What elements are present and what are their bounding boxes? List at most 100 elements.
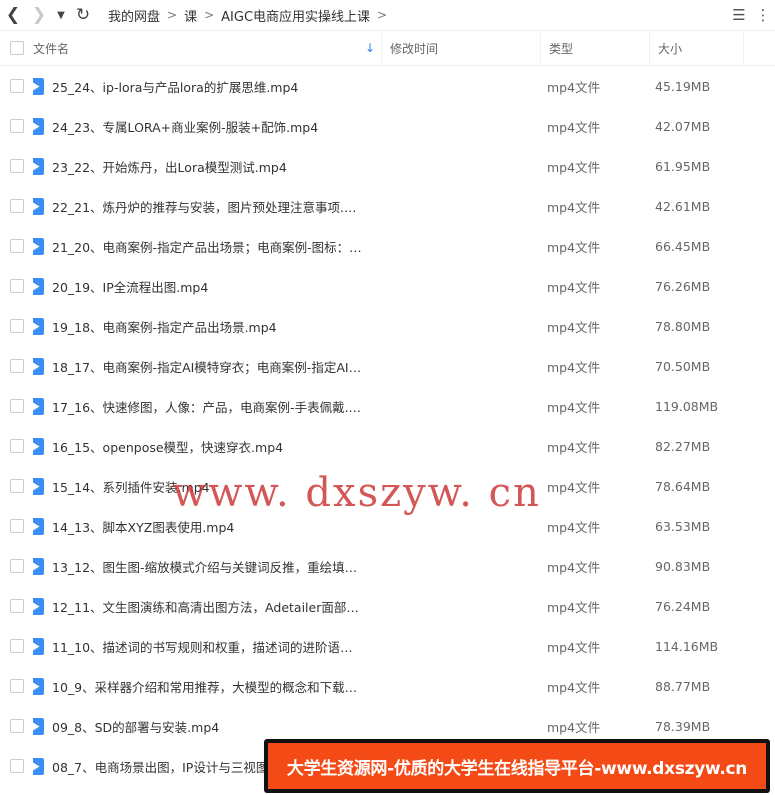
- file-name[interactable]: 23_22、开始炼丹，出Lora模型测试.mp4: [52, 157, 287, 176]
- video-file-icon: [33, 757, 44, 775]
- file-name[interactable]: 25_24、ip-lora与产品lora的扩展思维.mp4: [52, 77, 298, 96]
- forward-icon[interactable]: ❯: [26, 0, 52, 30]
- sort-down-icon[interactable]: ↓: [365, 41, 375, 55]
- file-size: 45.19MB: [655, 78, 711, 94]
- row-checkbox[interactable]: [9, 519, 24, 533]
- file-name[interactable]: 12_11、文生图演练和高清出图方法，Adetailer面部修复...: [52, 597, 362, 616]
- row-checkbox[interactable]: [9, 719, 24, 733]
- row-checkbox[interactable]: [9, 759, 24, 773]
- column-header-time[interactable]: 修改时间: [381, 31, 540, 65]
- file-name-cell: 12_11、文生图演练和高清出图方法，Adetailer面部修复...: [33, 597, 381, 616]
- file-row[interactable]: 21_20、电商案例-指定产品出场景；电商案例-图标：字... mp4文件 66.4…: [0, 226, 775, 266]
- file-row[interactable]: 25_24、ip-lora与产品lora的扩展思维.mp4 mp4文件 45.19M…: [0, 66, 775, 106]
- file-row[interactable]: 16_15、openpose模型，快速穿衣.mp4 mp4文件 82.27MB: [0, 426, 775, 466]
- row-checkbox[interactable]: [9, 239, 24, 253]
- row-checkbox[interactable]: [9, 79, 24, 93]
- row-checkbox[interactable]: [9, 199, 24, 213]
- file-row[interactable]: 15_14、系列插件安装.mp4 mp4文件 78.64MB: [0, 466, 775, 506]
- file-type: mp4文件: [547, 519, 601, 535]
- row-checkbox[interactable]: [9, 639, 24, 653]
- column-type-label: 类型: [549, 41, 574, 56]
- file-name-cell: 23_22、开始炼丹，出Lora模型测试.mp4: [33, 157, 381, 176]
- row-checkbox[interactable]: [9, 159, 24, 173]
- file-name[interactable]: 24_23、专属LORA+商业案例-服装+配饰.mp4: [52, 117, 318, 136]
- file-row[interactable]: 22_21、炼丹炉的推荐与安装，图片预处理注意事项.mp4 mp4文件 42.61M…: [0, 186, 775, 226]
- file-modified-time: [381, 666, 539, 706]
- breadcrumb-item-course[interactable]: 课: [180, 6, 201, 25]
- dropdown-icon[interactable]: ▼: [52, 0, 70, 30]
- file-row[interactable]: 14_13、脚本XYZ图表使用.mp4 mp4文件 63.53MB: [0, 506, 775, 546]
- breadcrumb-item-current[interactable]: AIGC电商应用实操线上课: [217, 6, 374, 25]
- file-type: mp4文件: [547, 479, 601, 495]
- file-name[interactable]: 14_13、脚本XYZ图表使用.mp4: [52, 517, 234, 536]
- file-name[interactable]: 10_9、采样器介绍和常用推荐，大模型的概念和下载安装...: [52, 677, 362, 696]
- row-checkbox[interactable]: [9, 479, 24, 493]
- file-row[interactable]: 12_11、文生图演练和高清出图方法，Adetailer面部修复... mp4文件…: [0, 586, 775, 626]
- chevron-right-icon: >: [204, 8, 215, 22]
- column-header-size[interactable]: 大小: [649, 31, 744, 65]
- file-name[interactable]: 13_12、图生图-缩放模式介绍与关键词反推，重绘填充与...: [52, 557, 362, 576]
- file-name[interactable]: 15_14、系列插件安装.mp4: [52, 477, 210, 496]
- video-file-icon: [33, 477, 44, 495]
- row-checkbox[interactable]: [9, 559, 24, 573]
- file-size: 88.77MB: [655, 678, 711, 694]
- file-name[interactable]: 17_16、快速修图，人像：产品，电商案例-手表佩戴.mp4: [52, 397, 362, 416]
- select-all-checkbox[interactable]: [9, 41, 24, 55]
- file-row[interactable]: 24_23、专属LORA+商业案例-服装+配饰.mp4 mp4文件 42.07MB: [0, 106, 775, 146]
- column-header-name[interactable]: 文件名 ↓: [33, 40, 381, 57]
- file-name[interactable]: 22_21、炼丹炉的推荐与安装，图片预处理注意事项.mp4: [52, 197, 362, 216]
- column-header-type[interactable]: 类型: [540, 31, 649, 65]
- file-name[interactable]: 19_18、电商案例-指定产品出场景.mp4: [52, 317, 277, 336]
- row-checkbox[interactable]: [9, 359, 24, 373]
- file-row[interactable]: 10_9、采样器介绍和常用推荐，大模型的概念和下载安装... mp4文件 88.77…: [0, 666, 775, 706]
- file-name[interactable]: 18_17、电商案例-指定AI模特穿衣；电商案例-指定AI模...: [52, 357, 362, 376]
- file-modified-time: [381, 106, 539, 146]
- table-header: 文件名 ↓ 修改时间 类型 大小: [0, 31, 775, 66]
- row-checkbox[interactable]: [9, 599, 24, 613]
- sort-list-icon[interactable]: ☰: [727, 0, 751, 30]
- video-file-icon: [33, 677, 44, 695]
- row-checkbox[interactable]: [9, 279, 24, 293]
- file-modified-time: [381, 186, 539, 226]
- file-name-cell: 11_10、描述词的书写规则和权重，描述词的进阶语法.mp4: [33, 637, 381, 656]
- file-row[interactable]: 13_12、图生图-缩放模式介绍与关键词反推，重绘填充与... mp4文件 90.8…: [0, 546, 775, 586]
- file-type: mp4文件: [547, 319, 601, 335]
- video-file-icon: [33, 157, 44, 175]
- file-size: 114.16MB: [655, 638, 719, 654]
- file-name[interactable]: 20_19、IP全流程出图.mp4: [52, 277, 208, 296]
- row-checkbox[interactable]: [9, 119, 24, 133]
- promo-banner: 大学生资源网-优质的大学生在线指导平台-www.dxszyw.cn: [264, 739, 770, 793]
- file-name[interactable]: 21_20、电商案例-指定产品出场景；电商案例-图标：字...: [52, 237, 362, 256]
- row-checkbox[interactable]: [9, 399, 24, 413]
- file-size: 78.64MB: [655, 478, 711, 494]
- back-icon[interactable]: ❮: [0, 0, 26, 30]
- file-name-cell: 25_24、ip-lora与产品lora的扩展思维.mp4: [33, 77, 381, 96]
- file-name-cell: 18_17、电商案例-指定AI模特穿衣；电商案例-指定AI模...: [33, 357, 381, 376]
- more-icon[interactable]: ⋮: [751, 0, 775, 30]
- file-type: mp4文件: [547, 119, 601, 135]
- column-size-label: 大小: [658, 41, 683, 56]
- file-name[interactable]: 08_7、电商场景出图，IP设计与三视图: [52, 757, 268, 776]
- file-modified-time: [381, 506, 539, 546]
- file-row[interactable]: 19_18、电商案例-指定产品出场景.mp4 mp4文件 78.80MB: [0, 306, 775, 346]
- file-type: mp4文件: [547, 399, 601, 415]
- file-type: mp4文件: [547, 359, 601, 375]
- file-row[interactable]: 20_19、IP全流程出图.mp4 mp4文件 76.26MB: [0, 266, 775, 306]
- file-size: 42.07MB: [655, 118, 711, 134]
- row-checkbox[interactable]: [9, 439, 24, 453]
- file-name[interactable]: 09_8、SD的部署与安装.mp4: [52, 717, 219, 736]
- video-file-icon: [33, 277, 44, 295]
- row-checkbox[interactable]: [9, 679, 24, 693]
- file-size: 90.83MB: [655, 558, 711, 574]
- file-modified-time: [381, 546, 539, 586]
- file-row[interactable]: 18_17、电商案例-指定AI模特穿衣；电商案例-指定AI模... mp4文件 70…: [0, 346, 775, 386]
- row-checkbox[interactable]: [9, 319, 24, 333]
- file-row[interactable]: 23_22、开始炼丹，出Lora模型测试.mp4 mp4文件 61.95MB: [0, 146, 775, 186]
- file-name[interactable]: 16_15、openpose模型，快速穿衣.mp4: [52, 437, 283, 456]
- breadcrumb-item-root[interactable]: 我的网盘: [104, 6, 164, 25]
- refresh-icon[interactable]: ↻: [70, 0, 96, 30]
- file-row[interactable]: 17_16、快速修图，人像：产品，电商案例-手表佩戴.mp4 mp4文件 119.0…: [0, 386, 775, 426]
- file-name[interactable]: 11_10、描述词的书写规则和权重，描述词的进阶语法.mp4: [52, 637, 362, 656]
- video-file-icon: [33, 117, 44, 135]
- file-row[interactable]: 11_10、描述词的书写规则和权重，描述词的进阶语法.mp4 mp4文件 114.1…: [0, 626, 775, 666]
